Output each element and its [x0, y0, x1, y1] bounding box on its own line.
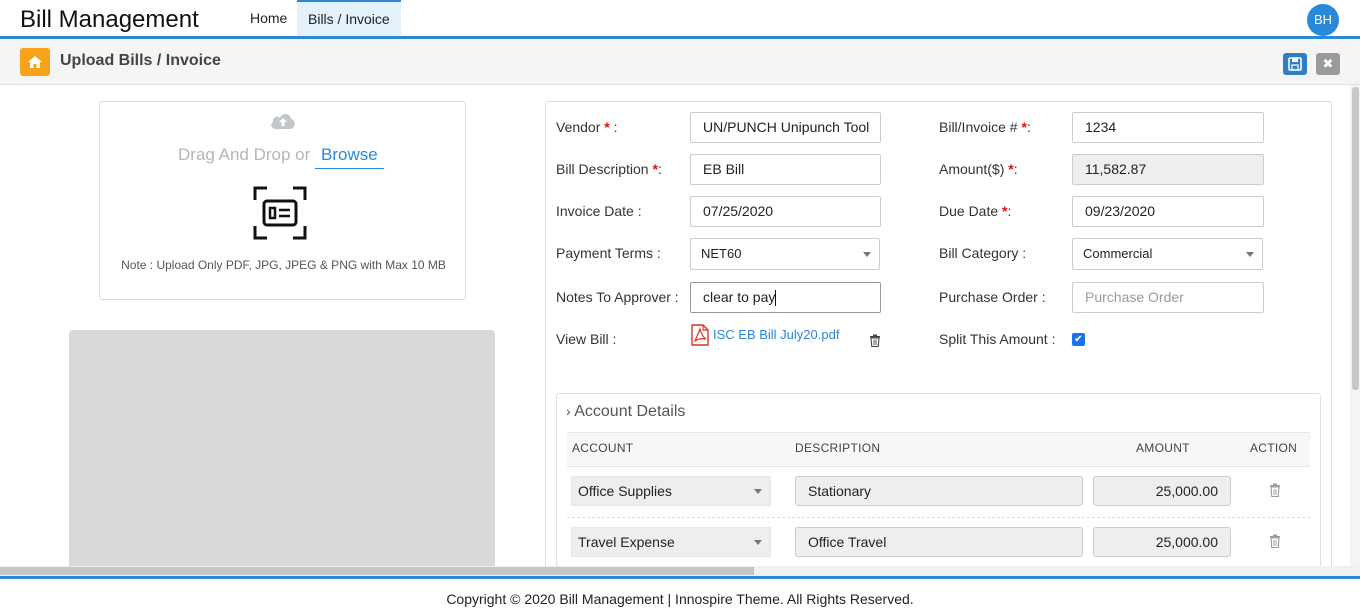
close-icon: ✖	[1322, 56, 1334, 71]
scan-document-icon	[253, 186, 307, 240]
page-header: Upload Bills / Invoice ✖	[0, 39, 1360, 85]
account-select-row-1[interactable]: Office Supplies	[571, 476, 771, 506]
bill-number-label: Bill/Invoice # *:	[939, 119, 1031, 135]
chevron-down-icon	[863, 252, 871, 257]
chevron-down-icon	[754, 489, 762, 494]
split-amount-label: Split This Amount :	[939, 331, 1056, 347]
chevron-down-icon	[754, 540, 762, 545]
chevron-down-icon	[1246, 252, 1254, 257]
home-icon	[28, 56, 42, 68]
vendor-label: Vendor * :	[556, 119, 618, 135]
save-icon	[1288, 57, 1302, 71]
footer: Copyright © 2020 Bill Management | Innos…	[0, 576, 1360, 613]
close-button[interactable]: ✖	[1316, 53, 1340, 75]
table-header-row	[567, 432, 1310, 467]
bill-description-label: Bill Description *:	[556, 161, 662, 177]
invoice-date-input[interactable]: 07/25/2020	[690, 196, 881, 227]
payment-terms-select[interactable]: NET60	[690, 238, 880, 270]
due-date-label: Due Date *:	[939, 203, 1012, 219]
home-button[interactable]	[20, 48, 50, 76]
vertical-scrollbar-thumb[interactable]	[1352, 87, 1359, 390]
check-icon: ✔	[1074, 334, 1083, 345]
column-header-amount: AMOUNT	[1136, 441, 1190, 455]
notes-value: clear to pay	[703, 289, 776, 305]
copyright-text: Copyright © 2020 Bill Management | Innos…	[446, 591, 914, 607]
user-avatar[interactable]: BH	[1307, 4, 1339, 36]
chevron-right-icon: ›	[566, 403, 571, 419]
bill-number-input[interactable]: 1234	[1072, 112, 1264, 143]
save-button[interactable]	[1283, 53, 1307, 75]
purchase-order-label: Purchase Order :	[939, 289, 1046, 305]
account-select-row-2[interactable]: Travel Expense	[571, 527, 771, 557]
column-header-action: ACTION	[1250, 441, 1298, 455]
horizontal-scrollbar-thumb[interactable]	[0, 567, 754, 575]
browse-link[interactable]: Browse	[315, 142, 384, 169]
cloud-upload-icon	[271, 114, 295, 129]
description-input-row-2[interactable]: Office Travel	[795, 527, 1083, 557]
account-value: Office Supplies	[578, 483, 672, 499]
page-title: Upload Bills / Invoice	[60, 52, 221, 69]
due-date-input[interactable]: 09/23/2020	[1072, 196, 1264, 227]
amount-label: Amount($) *:	[939, 161, 1018, 177]
upload-dropzone[interactable]: Drag And Drop or Browse Note : Upload On…	[99, 101, 466, 300]
view-bill-file-link[interactable]: ISC EB Bill July20.pdf	[713, 327, 839, 342]
document-preview	[69, 330, 495, 570]
vendor-input[interactable]: UN/PUNCH Unipunch Tool	[690, 112, 881, 143]
bill-category-label: Bill Category :	[939, 245, 1027, 261]
bill-category-value: Commercial	[1083, 246, 1153, 261]
description-input-row-1[interactable]: Stationary	[795, 476, 1083, 506]
invoice-date-label: Invoice Date :	[556, 203, 642, 219]
drag-drop-text: Drag And Drop or	[178, 145, 311, 164]
row-divider	[567, 517, 1310, 518]
payment-terms-value: NET60	[701, 246, 742, 261]
account-value: Travel Expense	[578, 534, 675, 550]
pdf-file-icon	[691, 324, 709, 346]
bill-category-select[interactable]: Commercial	[1072, 238, 1263, 270]
purchase-order-input[interactable]: Purchase Order	[1072, 282, 1264, 313]
account-details-title[interactable]: › Account Details	[566, 403, 685, 421]
column-header-account: ACCOUNT	[572, 441, 634, 455]
delete-row-icon[interactable]	[1269, 483, 1281, 497]
notes-to-approver-input[interactable]: clear to pay	[690, 282, 881, 313]
payment-terms-label: Payment Terms :	[556, 245, 661, 261]
upload-note: Note : Upload Only PDF, JPG, JPEG & PNG …	[121, 258, 446, 272]
column-header-description: DESCRIPTION	[795, 441, 881, 455]
amount-input-row-2[interactable]: 25,000.00	[1093, 527, 1231, 557]
view-bill-label: View Bill :	[556, 331, 617, 347]
amount-input-row-1[interactable]: 25,000.00	[1093, 476, 1231, 506]
notes-to-approver-label: Notes To Approver :	[556, 289, 679, 305]
delete-row-icon[interactable]	[1269, 534, 1281, 548]
text-cursor	[775, 290, 777, 307]
delete-file-icon[interactable]	[869, 334, 881, 347]
nav-home[interactable]: Home	[239, 0, 298, 36]
account-details-title-text: Account Details	[574, 403, 686, 420]
split-amount-checkbox[interactable]: ✔	[1072, 333, 1085, 346]
bill-description-input[interactable]: EB Bill	[690, 154, 881, 185]
top-navbar: Bill Management Home Bills / Invoice BH	[0, 0, 1360, 39]
nav-bills-invoice[interactable]: Bills / Invoice	[297, 0, 401, 36]
amount-input: 11,582.87	[1072, 154, 1264, 185]
app-title: Bill Management	[20, 6, 199, 33]
